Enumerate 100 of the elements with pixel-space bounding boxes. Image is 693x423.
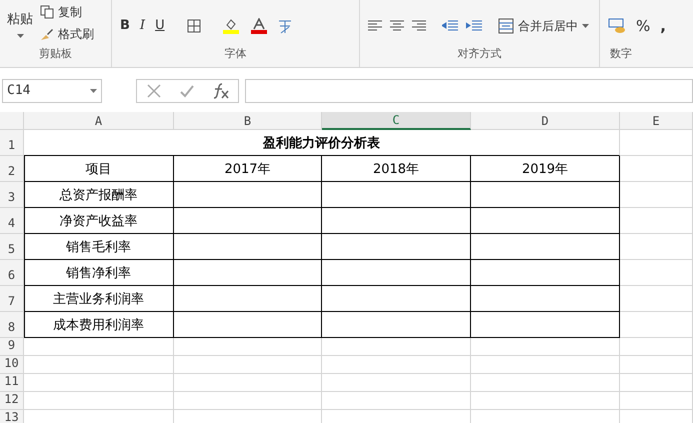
grid-cell[interactable] bbox=[471, 356, 620, 374]
table-cell[interactable] bbox=[471, 260, 620, 286]
table-cell[interactable]: 2019年 bbox=[471, 156, 620, 182]
table-cell[interactable] bbox=[174, 208, 322, 234]
table-cell[interactable] bbox=[471, 182, 620, 208]
table-cell[interactable] bbox=[174, 286, 322, 312]
grid-cell[interactable] bbox=[174, 392, 322, 410]
table-cell[interactable]: 主营业务利润率 bbox=[24, 286, 174, 312]
row-header[interactable]: 2 bbox=[0, 156, 24, 182]
grid-cell[interactable] bbox=[620, 260, 693, 286]
table-cell[interactable] bbox=[322, 208, 471, 234]
phonetic-icon bbox=[276, 18, 293, 34]
merge-icon bbox=[498, 18, 514, 34]
formula-input[interactable] bbox=[245, 78, 693, 102]
align-right-icon bbox=[412, 20, 426, 32]
row-header[interactable]: 7 bbox=[0, 286, 24, 312]
name-box[interactable]: C14 bbox=[2, 78, 102, 102]
table-cell[interactable] bbox=[174, 312, 322, 338]
row-header[interactable]: 3 bbox=[0, 182, 24, 208]
grid-cell[interactable] bbox=[174, 374, 322, 392]
table-cell[interactable] bbox=[471, 234, 620, 260]
table-cell[interactable] bbox=[471, 208, 620, 234]
grid-cell[interactable] bbox=[620, 338, 693, 356]
group-label: 对齐方式 bbox=[456, 46, 502, 62]
underline-button[interactable]: U bbox=[155, 16, 165, 36]
table-cell[interactable] bbox=[471, 286, 620, 312]
column-header[interactable]: E bbox=[620, 112, 693, 130]
row-header[interactable]: 5 bbox=[0, 234, 24, 260]
confirm-icon[interactable] bbox=[178, 82, 194, 98]
grid-cell[interactable] bbox=[471, 392, 620, 410]
table-cell[interactable] bbox=[322, 312, 471, 338]
table-cell[interactable]: 2018年 bbox=[322, 156, 471, 182]
copy-button[interactable]: 复制 bbox=[40, 3, 94, 21]
grid-cell[interactable] bbox=[620, 312, 693, 338]
group-label: 字体 bbox=[224, 46, 248, 62]
comma-button[interactable]: , bbox=[660, 14, 666, 38]
grid-cell[interactable] bbox=[620, 130, 693, 156]
grid-cell[interactable] bbox=[174, 356, 322, 374]
insert-function-icon[interactable] bbox=[212, 82, 230, 100]
row-header[interactable]: 4 bbox=[0, 208, 24, 234]
row-header[interactable]: 6 bbox=[0, 260, 24, 286]
grid-cell[interactable] bbox=[471, 338, 620, 356]
table-cell[interactable]: 项目 bbox=[24, 156, 174, 182]
table-cell[interactable]: 销售毛利率 bbox=[24, 234, 174, 260]
row-header[interactable]: 11 bbox=[0, 374, 24, 392]
caret-icon bbox=[16, 34, 24, 38]
table-cell[interactable]: 销售净利率 bbox=[24, 260, 174, 286]
grid-cell[interactable] bbox=[24, 392, 174, 410]
grid-cell[interactable] bbox=[620, 286, 693, 312]
grid-cell[interactable] bbox=[620, 156, 693, 182]
caret-icon bbox=[90, 88, 97, 92]
row-header[interactable]: 10 bbox=[0, 356, 24, 374]
grid-cell[interactable] bbox=[620, 392, 693, 410]
row-header[interactable]: 9 bbox=[0, 338, 24, 356]
grid-cell[interactable] bbox=[322, 374, 471, 392]
grid-cell[interactable] bbox=[620, 234, 693, 260]
merge-center-button[interactable]: 合并后居中 bbox=[498, 17, 589, 35]
table-cell[interactable]: 2017年 bbox=[174, 156, 322, 182]
row-header[interactable]: 1 bbox=[0, 130, 24, 156]
table-cell[interactable] bbox=[322, 182, 471, 208]
sheet-title: 盈利能力评价分析表 bbox=[24, 130, 620, 156]
fill-color-icon bbox=[222, 18, 241, 34]
row-header[interactable]: 8 bbox=[0, 312, 24, 338]
table-cell[interactable] bbox=[174, 260, 322, 286]
percent-button[interactable]: % bbox=[636, 14, 650, 38]
grid-cell[interactable] bbox=[24, 338, 174, 356]
grid-cell[interactable] bbox=[620, 182, 693, 208]
grid-cell[interactable] bbox=[322, 356, 471, 374]
cancel-icon[interactable] bbox=[146, 82, 162, 98]
paste-button[interactable]: 粘贴 bbox=[0, 0, 40, 46]
column-header[interactable]: D bbox=[471, 112, 620, 130]
table-cell[interactable] bbox=[322, 286, 471, 312]
column-header[interactable]: B bbox=[174, 112, 322, 130]
select-all-corner[interactable] bbox=[0, 112, 24, 130]
bold-button[interactable]: B bbox=[120, 16, 130, 36]
grid-cell[interactable] bbox=[620, 208, 693, 234]
grid-cell[interactable] bbox=[322, 338, 471, 356]
row-header[interactable]: 12 bbox=[0, 392, 24, 410]
table-cell[interactable]: 总资产报酬率 bbox=[24, 182, 174, 208]
grid-cell[interactable] bbox=[620, 356, 693, 374]
table-cell[interactable] bbox=[174, 182, 322, 208]
table-cell[interactable] bbox=[174, 234, 322, 260]
row-header[interactable]: 13 bbox=[0, 410, 24, 423]
format-painter-button[interactable]: 格式刷 bbox=[40, 25, 94, 43]
column-header[interactable]: C bbox=[322, 112, 471, 130]
table-cell[interactable] bbox=[471, 312, 620, 338]
grid-cell[interactable] bbox=[322, 392, 471, 410]
column-header[interactable]: A bbox=[24, 112, 174, 130]
grid-cell[interactable] bbox=[174, 338, 322, 356]
copy-icon bbox=[40, 5, 54, 19]
table-cell[interactable] bbox=[322, 234, 471, 260]
table-cell[interactable]: 成本费用利润率 bbox=[24, 312, 174, 338]
table-cell[interactable] bbox=[322, 260, 471, 286]
grid-cell[interactable] bbox=[24, 374, 174, 392]
italic-button[interactable]: I bbox=[140, 16, 146, 36]
grid-cell[interactable] bbox=[620, 374, 693, 392]
table-cell[interactable]: 净资产收益率 bbox=[24, 208, 174, 234]
grid-cell[interactable] bbox=[471, 374, 620, 392]
align-left-icon bbox=[368, 20, 382, 32]
grid-cell[interactable] bbox=[24, 356, 174, 374]
